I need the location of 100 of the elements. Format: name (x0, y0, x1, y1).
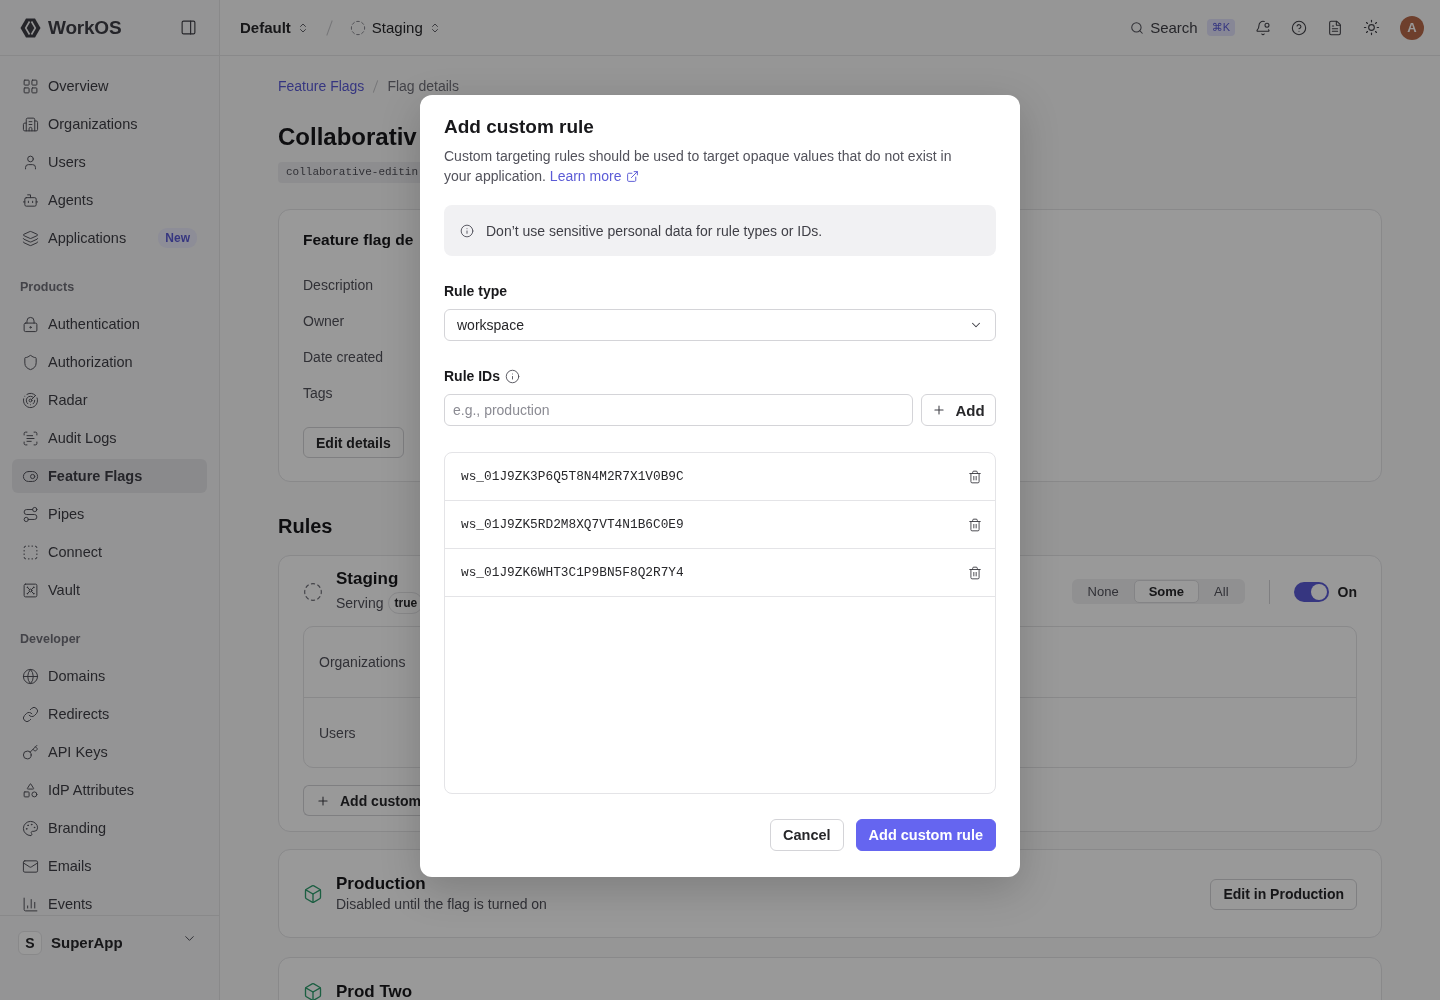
shortcut-key: ⌘K (1206, 19, 1235, 36)
serving-label: Serving (336, 594, 384, 613)
nav-item[interactable]: Vault (12, 573, 207, 607)
key-icon (22, 743, 39, 761)
brand-name: WorkOS (48, 16, 122, 39)
toggle-switch[interactable] (1293, 581, 1329, 602)
segment-option[interactable]: Some (1133, 580, 1200, 603)
user-icon (22, 153, 39, 171)
nav-item[interactable]: IdP Attributes (12, 773, 207, 807)
globe-icon (22, 667, 39, 685)
edit-details-button[interactable]: Edit details (303, 427, 404, 458)
nav-item[interactable]: Overview (12, 69, 207, 103)
flag-key: collaborative-editin (278, 162, 421, 183)
nav-item[interactable]: Radar (12, 383, 207, 417)
nav-item[interactable]: Authentication (12, 307, 207, 341)
nav-item[interactable]: Feature Flags (12, 459, 207, 493)
workspace-name[interactable]: SuperApp (51, 931, 123, 955)
cancel-button[interactable]: Cancel (770, 819, 844, 851)
route-icon (22, 505, 39, 523)
shapes-icon (22, 781, 39, 799)
bell-icon[interactable] (1255, 19, 1271, 36)
toggle-label: On (1337, 583, 1357, 600)
layers-icon (22, 229, 39, 247)
notice-text: Don’t use sensitive personal data for rule types or IDs. (486, 222, 823, 239)
add-custom-button[interactable]: Add custom (303, 785, 423, 816)
field-label: Date created (303, 348, 384, 367)
breadcrumb-link[interactable]: Feature Flags (278, 78, 365, 94)
nav-item[interactable]: Organizations (12, 107, 207, 141)
trash-icon[interactable] (968, 469, 982, 484)
nav-item[interactable]: Agents (12, 183, 207, 217)
cube-icon (303, 982, 323, 1000)
nav-item[interactable]: API Keys (12, 735, 207, 769)
nav-item[interactable]: Audit Logs (12, 421, 207, 455)
search-icon (1130, 20, 1145, 35)
breadcrumb-current: Flag details (387, 78, 459, 94)
rule-type-select[interactable]: workspace (444, 309, 996, 341)
nav-item[interactable]: Connect (12, 535, 207, 569)
environment-name: Production (336, 874, 426, 894)
nav-item[interactable]: Users (12, 145, 207, 179)
submit-button[interactable]: Add custom rule (855, 819, 996, 851)
field-label: Description (303, 276, 374, 295)
section-heading: Rules (278, 514, 333, 538)
avatar[interactable]: A (1400, 15, 1424, 40)
environment-name: Staging (336, 569, 399, 589)
trash-icon[interactable] (968, 565, 982, 580)
nav-item[interactable]: Branding (12, 811, 207, 845)
target-label: Organizations (319, 654, 406, 670)
radar-icon (22, 391, 39, 409)
dialog-description: Custom targeting rules should be used to target opaque values that do not exist in your application. Learn more (444, 147, 953, 186)
nav-item[interactable]: Domains (12, 659, 207, 693)
document-icon[interactable] (1327, 19, 1343, 36)
dialog-title: Add custom rule (444, 115, 595, 139)
context-switcher[interactable]: Default (240, 19, 309, 36)
segment-option[interactable]: None (1072, 580, 1134, 603)
nav-item[interactable]: Authorization (12, 345, 207, 379)
lock-icon (22, 315, 39, 333)
field-label: Rule type (444, 282, 507, 301)
segment-option[interactable]: All (1199, 580, 1244, 603)
nav-section-heading: Products (20, 279, 75, 296)
search-button[interactable]: Search ⌘K (1130, 19, 1235, 36)
bar-chart-icon (22, 895, 39, 913)
trash-icon[interactable] (968, 517, 982, 532)
target-label: Users (319, 724, 356, 741)
nav-item[interactable]: Emails (12, 849, 207, 883)
info-icon (460, 223, 474, 238)
rule-id-text: ws_01J9ZK6WHT3C1P9BN5F8Q2R7Y4 (461, 565, 684, 580)
nav-item[interactable]: Events (12, 887, 207, 915)
field-label: Tags (303, 384, 333, 403)
dashed-circle-icon (303, 581, 323, 602)
nav-item[interactable]: Redirects (12, 697, 207, 731)
nav-item[interactable]: Applications New (12, 221, 207, 255)
scan-icon (22, 429, 39, 447)
help-icon[interactable] (1291, 19, 1307, 36)
plus-icon (316, 793, 330, 808)
card-title: Feature flag de (303, 230, 414, 250)
panel-toggle-icon[interactable] (180, 19, 197, 36)
nav-item[interactable]: Pipes (12, 497, 207, 531)
dashed-circle-icon (349, 19, 366, 36)
add-button[interactable]: Add (921, 394, 996, 426)
new-badge: New (158, 228, 197, 248)
info-icon (505, 368, 520, 384)
field-label: Owner (303, 312, 345, 331)
safe-icon (22, 581, 39, 599)
plus-icon (932, 403, 947, 417)
sun-icon[interactable] (1363, 19, 1380, 36)
edit-environment-button[interactable]: Edit in Production (1210, 878, 1357, 910)
link-icon (22, 705, 39, 723)
robot-icon (22, 191, 39, 209)
workspace-initial: S (18, 931, 42, 955)
hexagon-logo-icon (20, 17, 41, 38)
palette-icon (22, 819, 39, 837)
page-title: Collaborativ (278, 122, 417, 152)
cube-icon (303, 884, 323, 904)
nav-section-heading: Developer (20, 631, 81, 648)
context-switcher[interactable]: Staging (349, 19, 441, 36)
rule-id-text: ws_01J9ZK5RD2M8XQ7VT4N1B6C0E9 (461, 517, 684, 532)
environment-name: Prod Two (336, 982, 413, 1000)
mail-icon (22, 857, 39, 875)
rule-id-input[interactable]: e.g., production (444, 394, 913, 426)
learn-more-link[interactable]: Learn more (549, 166, 640, 186)
